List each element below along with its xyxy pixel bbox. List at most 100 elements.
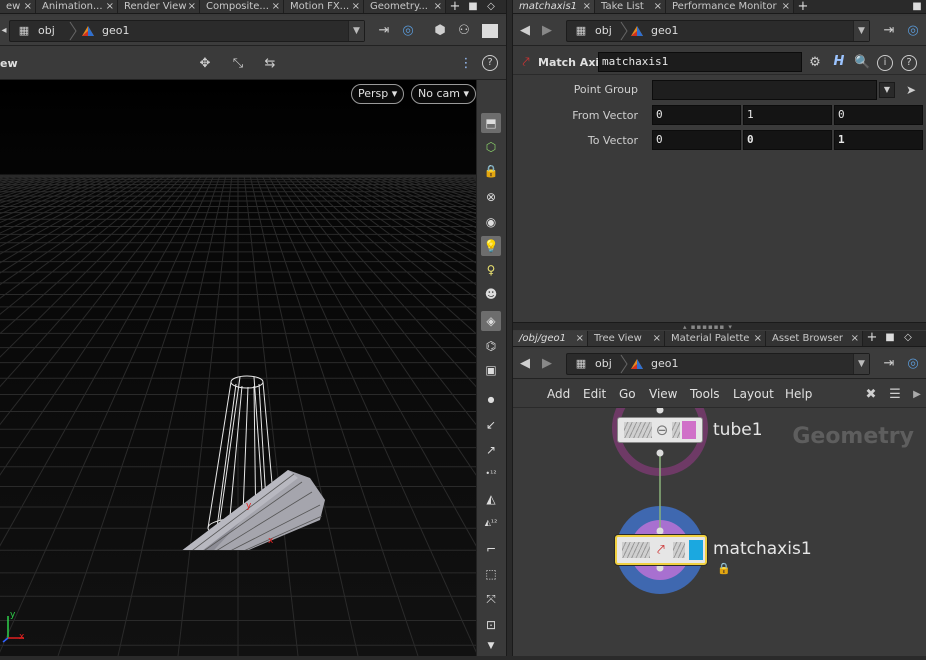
display-options-icon[interactable]: ⬢: [430, 23, 450, 39]
close-icon[interactable]: ×: [352, 0, 360, 13]
tab-take-list[interactable]: Take List ×: [595, 0, 666, 13]
point-normals-icon[interactable]: ↗: [481, 440, 501, 460]
point-display-icon[interactable]: ●: [481, 390, 501, 410]
pin-icon[interactable]: ⇥: [879, 23, 899, 39]
close-icon[interactable]: ×: [583, 0, 591, 13]
forward-icon[interactable]: ▶: [539, 23, 555, 39]
pane-menu-icon[interactable]: ■: [464, 0, 482, 13]
bounding-box-icon[interactable]: ⬚: [481, 564, 501, 584]
tube1-node[interactable]: ⊖: [617, 417, 703, 443]
tab-tree-view[interactable]: Tree View ×: [588, 331, 665, 346]
back-arrow-icon[interactable]: ◂: [0, 23, 8, 39]
pin-icon[interactable]: ⇥: [879, 356, 899, 372]
close-icon[interactable]: ×: [654, 0, 662, 13]
expand-arrow-icon[interactable]: ▶: [910, 387, 924, 403]
forward-icon[interactable]: ▶: [539, 356, 555, 372]
close-icon[interactable]: ×: [653, 331, 661, 346]
close-icon[interactable]: ×: [782, 0, 790, 13]
back-icon[interactable]: ◀: [517, 356, 533, 372]
home-view-icon[interactable]: ⬒: [481, 113, 501, 133]
snapping-icon[interactable]: ⊗: [481, 187, 501, 207]
to-vector-x-field[interactable]: 0: [652, 130, 741, 150]
menu-add[interactable]: Add: [547, 382, 570, 406]
from-vector-y-field[interactable]: 1: [743, 105, 832, 125]
menu-edit[interactable]: Edit: [583, 382, 606, 406]
prim-normals-icon[interactable]: ◭: [481, 489, 501, 509]
pane-menu-icon[interactable]: ■: [881, 331, 899, 346]
ghost-icon[interactable]: ⬡: [481, 137, 501, 157]
handle-icon[interactable]: ⤧: [481, 589, 501, 609]
close-icon[interactable]: ×: [24, 0, 32, 13]
light-bulb-icon[interactable]: ♀: [481, 260, 501, 280]
add-tab-icon[interactable]: +: [863, 331, 881, 346]
back-icon[interactable]: ◀: [517, 23, 533, 39]
wrench-icon[interactable]: ✖: [862, 387, 880, 403]
help-h-icon[interactable]: H: [831, 54, 847, 70]
breadcrumb-obj[interactable]: obj: [595, 21, 612, 41]
path-dropdown-icon[interactable]: ▼: [348, 21, 364, 41]
list-mode-icon[interactable]: ☰: [886, 387, 904, 403]
tab-performance-monitor[interactable]: Performance Monitor ×: [666, 0, 794, 13]
point-numbers-icon[interactable]: •¹²: [481, 464, 501, 484]
display-flag-matchaxis[interactable]: [689, 540, 703, 560]
breadcrumb-geo[interactable]: geo1: [102, 21, 129, 41]
gear-icon[interactable]: ⚙: [807, 55, 823, 71]
pin-icon[interactable]: ⇥: [374, 23, 394, 39]
link-icon[interactable]: ◎: [903, 23, 923, 39]
vertex-normals-icon[interactable]: ↙: [481, 415, 501, 435]
persp-menu-button[interactable]: Persp ▾: [351, 84, 405, 104]
close-icon[interactable]: ×: [106, 0, 114, 13]
info-icon[interactable]: i: [877, 55, 893, 71]
visualizer-icon[interactable]: ◈: [481, 311, 501, 331]
close-icon[interactable]: ×: [272, 0, 280, 13]
shading-icon[interactable]: ◉: [481, 212, 501, 232]
matchaxis1-node[interactable]: ⤤: [615, 535, 707, 565]
pane-menu-icon[interactable]: ■: [908, 0, 926, 13]
group-dropdown-icon[interactable]: ▼: [879, 82, 895, 98]
menu-help[interactable]: Help: [785, 382, 812, 406]
link-icon[interactable]: ◎: [903, 356, 923, 372]
tab-parameters[interactable]: matchaxis1 ×: [513, 0, 595, 13]
close-icon[interactable]: ×: [754, 331, 762, 346]
path-breadcrumb[interactable]: ▦ obj geo1 ▼: [9, 20, 365, 42]
tab-material-palette[interactable]: Material Palette ×: [665, 331, 766, 346]
maximize-pane-icon[interactable]: ◇: [899, 331, 917, 346]
network-editor[interactable]: Geometry ⊖ tube1 ⤤ matchaxis1 🔒: [513, 408, 926, 656]
close-icon[interactable]: ×: [576, 331, 584, 346]
select-tool-icon[interactable]: ✥: [195, 56, 215, 72]
breadcrumb-obj[interactable]: obj: [38, 21, 55, 41]
point-group-field[interactable]: [652, 80, 877, 100]
tab-render-view[interactable]: Render View ×: [118, 0, 200, 13]
tab-animation[interactable]: Animation... ×: [36, 0, 118, 13]
close-icon[interactable]: ×: [434, 0, 442, 13]
menu-layout[interactable]: Layout: [733, 382, 774, 406]
template-flag[interactable]: [672, 422, 680, 438]
bypass-flag[interactable]: [622, 542, 650, 558]
scene-viewport[interactable]: y x Persp ▾ No cam ▾ x y: [0, 80, 476, 656]
bypass-flag[interactable]: [624, 422, 652, 438]
add-tab-icon[interactable]: +: [794, 0, 812, 13]
node-name-field[interactable]: matchaxis1: [598, 52, 802, 72]
breadcrumb-obj[interactable]: obj: [595, 354, 612, 374]
record-icon[interactable]: ⊡: [481, 615, 501, 635]
camera-icon[interactable]: ⚇: [454, 23, 474, 39]
light-link-icon[interactable]: ☻: [481, 284, 501, 304]
tab-scene-view[interactable]: ew ×: [0, 0, 36, 13]
move-tool-icon[interactable]: ⤡: [228, 56, 248, 72]
search-icon[interactable]: 🔍: [854, 55, 870, 71]
to-vector-y-field[interactable]: 0: [743, 130, 832, 150]
tab-geometry[interactable]: Geometry... ×: [364, 0, 446, 13]
help-icon[interactable]: ?: [482, 55, 498, 71]
tab-motion-fx[interactable]: Motion FX... ×: [284, 0, 364, 13]
horizontal-splitter[interactable]: ▴ ▪▪▪▪▪▪ ▾: [513, 322, 926, 331]
tab-asset-browser[interactable]: Asset Browser ×: [766, 331, 863, 346]
from-vector-x-field[interactable]: 0: [652, 105, 741, 125]
display-bar-icon[interactable]: ⋮: [458, 56, 474, 72]
transform-tool-icon[interactable]: ⇆: [260, 56, 280, 72]
tab-network-view[interactable]: /obj/geo1 ×: [513, 331, 588, 346]
menu-go[interactable]: Go: [619, 382, 636, 406]
prim-numbers-icon[interactable]: ◭¹²: [481, 513, 501, 533]
from-vector-z-field[interactable]: 0: [834, 105, 923, 125]
lighting-icon[interactable]: 💡: [481, 236, 501, 256]
path-breadcrumb[interactable]: ▦ obj geo1 ▼: [566, 20, 870, 42]
